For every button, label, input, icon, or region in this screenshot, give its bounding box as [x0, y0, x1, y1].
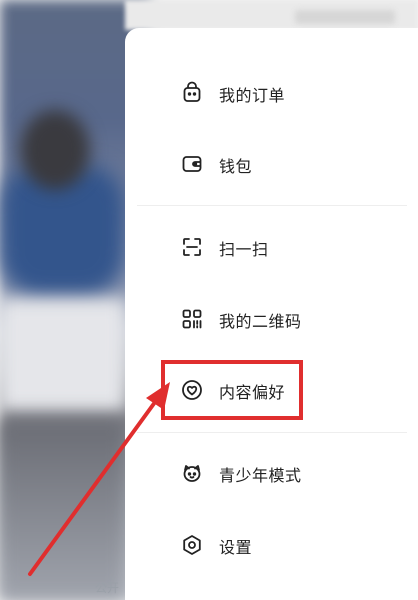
wallet-icon [180, 152, 204, 176]
menu-item-qrcode[interactable]: 我的二维码 [125, 294, 418, 344]
menu-item-label: 钱包 [219, 157, 253, 176]
menu-item-wallet[interactable]: 钱包 [125, 139, 418, 189]
shopping-bag-icon [180, 81, 204, 105]
menu-item-settings[interactable]: 设置 [125, 520, 418, 570]
section-divider [137, 205, 407, 206]
teen-mode-icon [180, 461, 204, 485]
menu-item-label: 青少年模式 [219, 466, 302, 485]
top-strip-bar [295, 10, 395, 24]
menu-item-scan[interactable]: 扫一扫 [125, 222, 418, 272]
background-panel [0, 300, 125, 410]
menu-item-orders[interactable]: 我的订单 [125, 68, 418, 118]
background-figure-head [20, 110, 90, 190]
background-image [0, 420, 125, 600]
background-caption: 公开 [95, 581, 120, 595]
menu-item-teen-mode[interactable]: 青少年模式 [125, 448, 418, 498]
menu-item-label: 我的二维码 [219, 312, 302, 331]
menu-item-label: 扫一扫 [219, 240, 269, 259]
highlight-box [161, 360, 303, 420]
side-drawer: 我的订单 钱包 扫一扫 我的二维码 内容偏好 青少年模式 设置 [125, 28, 418, 600]
settings-icon [180, 533, 204, 557]
menu-item-label: 设置 [219, 538, 253, 557]
qrcode-icon [180, 307, 204, 331]
menu-item-label: 我的订单 [219, 86, 286, 105]
scan-icon [180, 235, 204, 259]
section-divider [137, 432, 407, 433]
